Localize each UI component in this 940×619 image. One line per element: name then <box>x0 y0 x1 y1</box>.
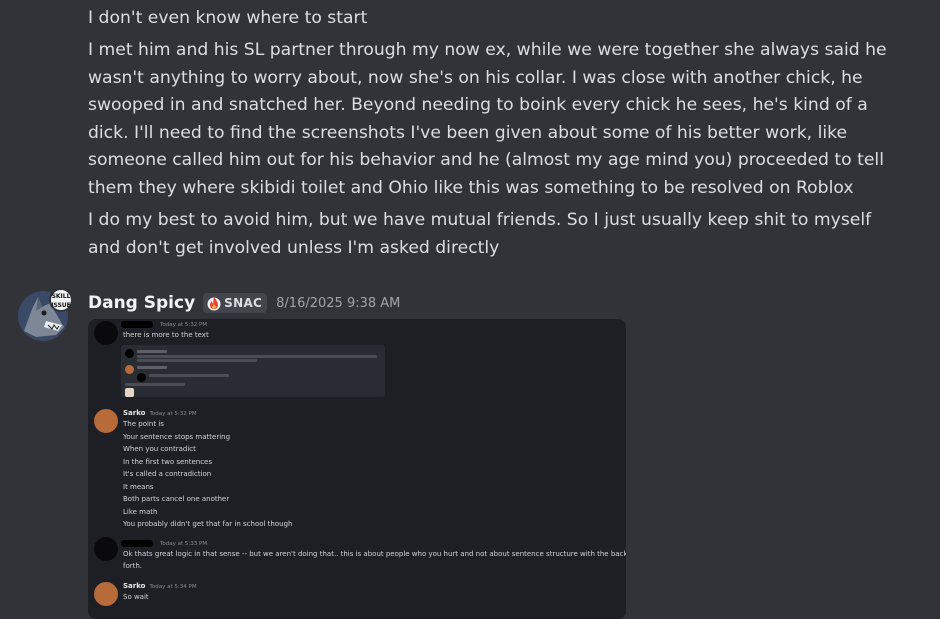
ss-time: Today at 5:33 PM <box>160 541 208 547</box>
message-text: I don't even know where to start <box>88 8 368 28</box>
message-text: I met him and his SL partner through my … <box>88 40 887 198</box>
ss-time: Today at 5:32 PM <box>160 322 208 328</box>
ss-message-line: Your sentence stops mattering <box>123 432 231 441</box>
ss-message-line: Ok thats great logic in that sense -- bu… <box>123 550 626 558</box>
ss-message-line: In the first two sentences <box>123 457 213 466</box>
fire-icon <box>207 297 221 311</box>
ss-message-line: It's called a contradiction <box>123 470 212 478</box>
redacted-name <box>121 540 153 547</box>
ss-username: Sarko Today at 5:34 PM <box>123 582 197 590</box>
ss-username: Sarko Today at 5:32 PM <box>123 409 197 417</box>
guild-tag[interactable]: SNAC <box>203 293 268 313</box>
ss-message-line: The point is <box>123 420 164 428</box>
image-attachment[interactable]: Today at 5:32 PM there is more to the te… <box>88 319 626 619</box>
skill-issue-badge-icon: SKILL ISSUE <box>49 288 73 312</box>
redacted-avatar <box>94 537 118 561</box>
message-text: I do my best to avoid him, but we have m… <box>88 210 872 258</box>
sarko-avatar <box>94 582 118 606</box>
ss-message-line: Like math <box>123 507 158 516</box>
ss-message-line: there is more to the text <box>123 331 209 339</box>
redacted-avatar <box>94 321 118 345</box>
redacted-name <box>121 321 153 328</box>
ss-message-line: forth. <box>123 562 143 570</box>
ss-message-line: Both parts cancel one another <box>123 495 230 503</box>
message-header: Dang Spicy SNAC 8/16/2025 9:38 AM <box>88 291 400 315</box>
ss-message-line: You probably didn't get that far in scho… <box>123 520 293 528</box>
ss-message-line: So wait <box>123 593 149 601</box>
ss-message-line: It means <box>123 482 154 491</box>
timestamp[interactable]: 8/16/2025 9:38 AM <box>276 296 400 311</box>
sarko-avatar <box>94 409 118 433</box>
nested-screenshot <box>121 345 385 397</box>
guild-tag-text: SNAC <box>224 296 263 310</box>
ss-message-line: When you contradict <box>123 445 196 453</box>
username[interactable]: Dang Spicy <box>88 293 195 313</box>
